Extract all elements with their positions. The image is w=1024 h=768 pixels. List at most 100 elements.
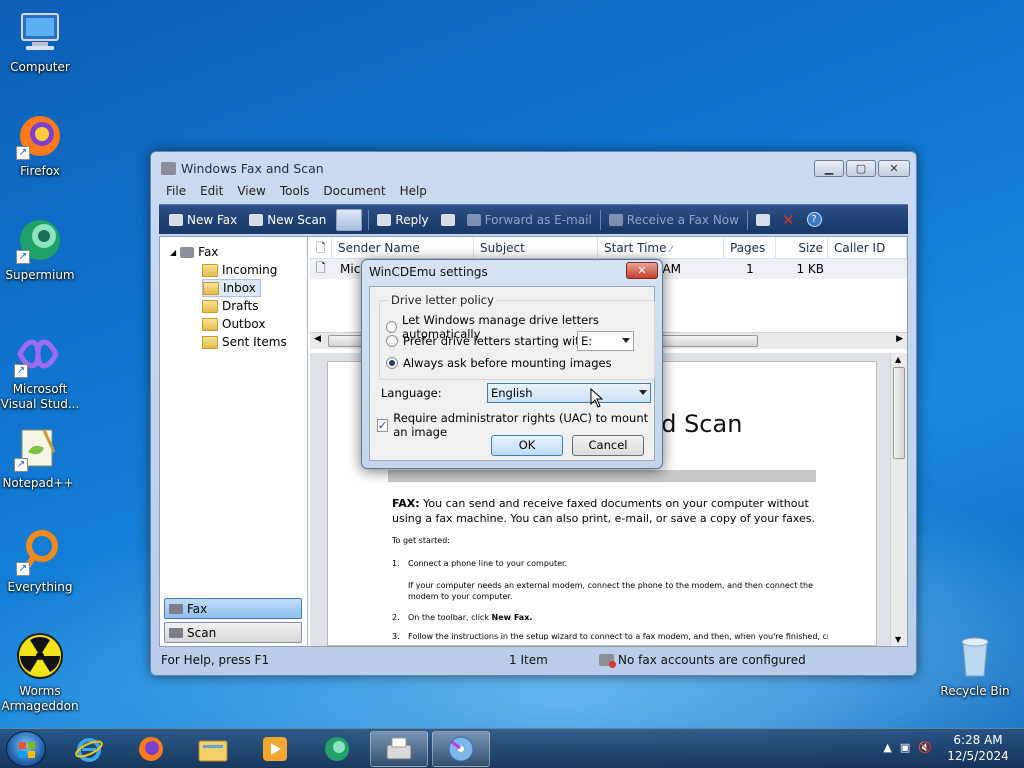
toolbar: New Fax New Scan Reply Forward as E-mail… [159, 204, 908, 234]
step1-text: Connect a phone line to your computer. [408, 559, 568, 568]
uac-checkbox[interactable]: ✓ [377, 418, 389, 432]
forward-email-button[interactable]: Forward as E-mail [461, 208, 598, 232]
menu-tools[interactable]: Tools [273, 183, 317, 203]
desktop-icon-label: Computer [10, 60, 70, 74]
taskbar-explorer[interactable] [184, 731, 242, 767]
new-scan-label: New Scan [267, 212, 327, 227]
radio-label: Always ask before mounting images [403, 356, 612, 370]
status-help: For Help, press F1 [161, 653, 270, 667]
column-size[interactable]: Size [776, 236, 828, 259]
view-toggle-button[interactable] [336, 208, 363, 231]
forward-fax-button[interactable] [435, 208, 461, 232]
desktop-icon-recycle-bin[interactable]: Recycle Bin [935, 632, 1015, 699]
scroll-right-icon[interactable]: ▶ [896, 334, 903, 344]
taskbar-fax-scan[interactable] [370, 731, 428, 767]
supermium-icon: ↗ [16, 216, 64, 264]
scroll-thumb[interactable] [893, 367, 905, 459]
receive-fax-label: Receive a Fax Now [626, 212, 739, 227]
taskbar-ie[interactable] [60, 731, 118, 767]
desktop-icon-notepadpp[interactable]: ↗ Notepad++ [0, 424, 78, 491]
column-caller-id[interactable]: Caller ID [828, 236, 907, 259]
desktop-icon-label: Everything [7, 580, 73, 594]
column-start-time[interactable]: Start Time ⁄ [598, 236, 724, 259]
desktop-icon-everything[interactable]: ↗ Everything [0, 528, 80, 595]
column-subject[interactable]: Subject [474, 236, 598, 259]
desktop-icon-supermium[interactable]: ↗ Supermium [0, 216, 80, 283]
dialog-title: WinCDEmu settings [369, 265, 488, 279]
scanner-icon [249, 213, 264, 226]
tree-node-fax[interactable]: ◢ Fax [170, 243, 218, 261]
help-button[interactable]: ? [801, 208, 828, 232]
desktop-icon-computer[interactable]: Computer [0, 8, 80, 75]
system-tray: ▲ ▣ 🔇 [883, 741, 932, 754]
radio-button[interactable] [386, 321, 398, 333]
scroll-left-icon[interactable]: ◀ [314, 334, 321, 344]
maximize-button[interactable]: ▢ [846, 160, 876, 177]
dialog-close-button[interactable]: ✕ [626, 262, 658, 279]
new-fax-button[interactable]: New Fax [163, 208, 243, 232]
nav-button-scan[interactable]: Scan [164, 622, 302, 643]
step3-text: Follow the instructions in the setup wiz… [408, 632, 828, 640]
menu-edit[interactable]: Edit [193, 183, 230, 203]
close-button[interactable]: ✕ [878, 160, 910, 177]
menu-document[interactable]: Document [316, 183, 392, 203]
radio-prefer-letters[interactable]: Prefer drive letters starting with [386, 334, 587, 348]
start-button[interactable] [6, 731, 46, 767]
network-icon[interactable]: ▣ [900, 741, 910, 754]
delete-button[interactable]: ✕ [776, 208, 801, 232]
minimize-button[interactable]: ▁ [814, 160, 844, 177]
taskbar-media-player[interactable] [246, 731, 304, 767]
nav-button-fax[interactable]: Fax [164, 598, 302, 619]
status-accounts: No fax accounts are configured [599, 653, 806, 668]
chevron-down-icon [639, 390, 647, 395]
volume-muted-icon[interactable]: 🔇 [918, 741, 932, 754]
outbox-icon [202, 317, 218, 331]
visual-studio-icon: ↗ [14, 330, 62, 378]
tree-item-outbox[interactable]: Outbox [202, 315, 265, 333]
desktop-icon-visual-studio[interactable]: ↗ Microsoft Visual Stud... [0, 330, 79, 412]
column-sender-name[interactable]: Sender Name [332, 236, 474, 259]
clock[interactable]: 6:28 AM 12/5/2024 [938, 732, 1018, 764]
toolbar-separator [599, 209, 601, 230]
ok-button[interactable]: OK [491, 435, 563, 456]
step3-number: 3. [392, 632, 400, 641]
reply-button[interactable]: Reply [371, 208, 434, 232]
scroll-up-icon[interactable]: ▲ [895, 355, 901, 364]
shortcut-arrow-icon: ↗ [16, 562, 30, 576]
menu-file[interactable]: File [159, 183, 193, 203]
drive-letter-policy-group: Drive letter policy Let Windows manage d… [379, 293, 655, 380]
tree-item-inbox[interactable]: Inbox [202, 279, 261, 297]
desktop-icon-firefox[interactable]: ↗ Firefox [0, 112, 80, 179]
fax-app-icon [161, 162, 176, 175]
list-header: 🗋 Sender Name Subject Start Time ⁄ Pages… [310, 236, 907, 259]
print-button[interactable] [750, 208, 776, 232]
tree-item-drafts[interactable]: Drafts [202, 297, 259, 315]
language-select[interactable]: English [487, 383, 651, 403]
vertical-scrollbar[interactable]: ▲ ▼ [890, 353, 907, 646]
new-scan-button[interactable]: New Scan [243, 208, 332, 232]
tree-item-incoming[interactable]: Incoming [202, 261, 277, 279]
menu-view[interactable]: View [230, 183, 272, 203]
cell-pages: 1 [746, 262, 754, 276]
sort-arrow-icon: ⁄ [670, 244, 672, 255]
menu-help[interactable]: Help [393, 183, 434, 203]
tree-item-sent-items[interactable]: Sent Items [202, 333, 287, 351]
desktop-icon-worms[interactable]: Worms Armageddon [0, 632, 80, 714]
receive-fax-button[interactable]: Receive a Fax Now [603, 208, 745, 232]
forward-email-label: Forward as E-mail [484, 212, 592, 227]
column-pages[interactable]: Pages [724, 236, 776, 259]
drive-letter-select[interactable]: E: [577, 331, 634, 351]
radio-button[interactable] [386, 357, 398, 369]
scroll-down-icon[interactable]: ▼ [895, 635, 901, 644]
tree-label: Outbox [222, 317, 266, 331]
windows-logo-icon [19, 742, 35, 758]
radio-always-ask[interactable]: Always ask before mounting images [386, 356, 612, 370]
folder-icon [198, 740, 228, 762]
taskbar-firefox[interactable] [122, 731, 180, 767]
taskbar-wincdemu[interactable] [432, 731, 490, 767]
show-hidden-icons-icon[interactable]: ▲ [883, 741, 891, 754]
reply-icon [377, 213, 392, 226]
radio-button[interactable] [386, 335, 398, 347]
cancel-button[interactable]: Cancel [572, 435, 644, 456]
taskbar-supermium[interactable] [308, 731, 366, 767]
